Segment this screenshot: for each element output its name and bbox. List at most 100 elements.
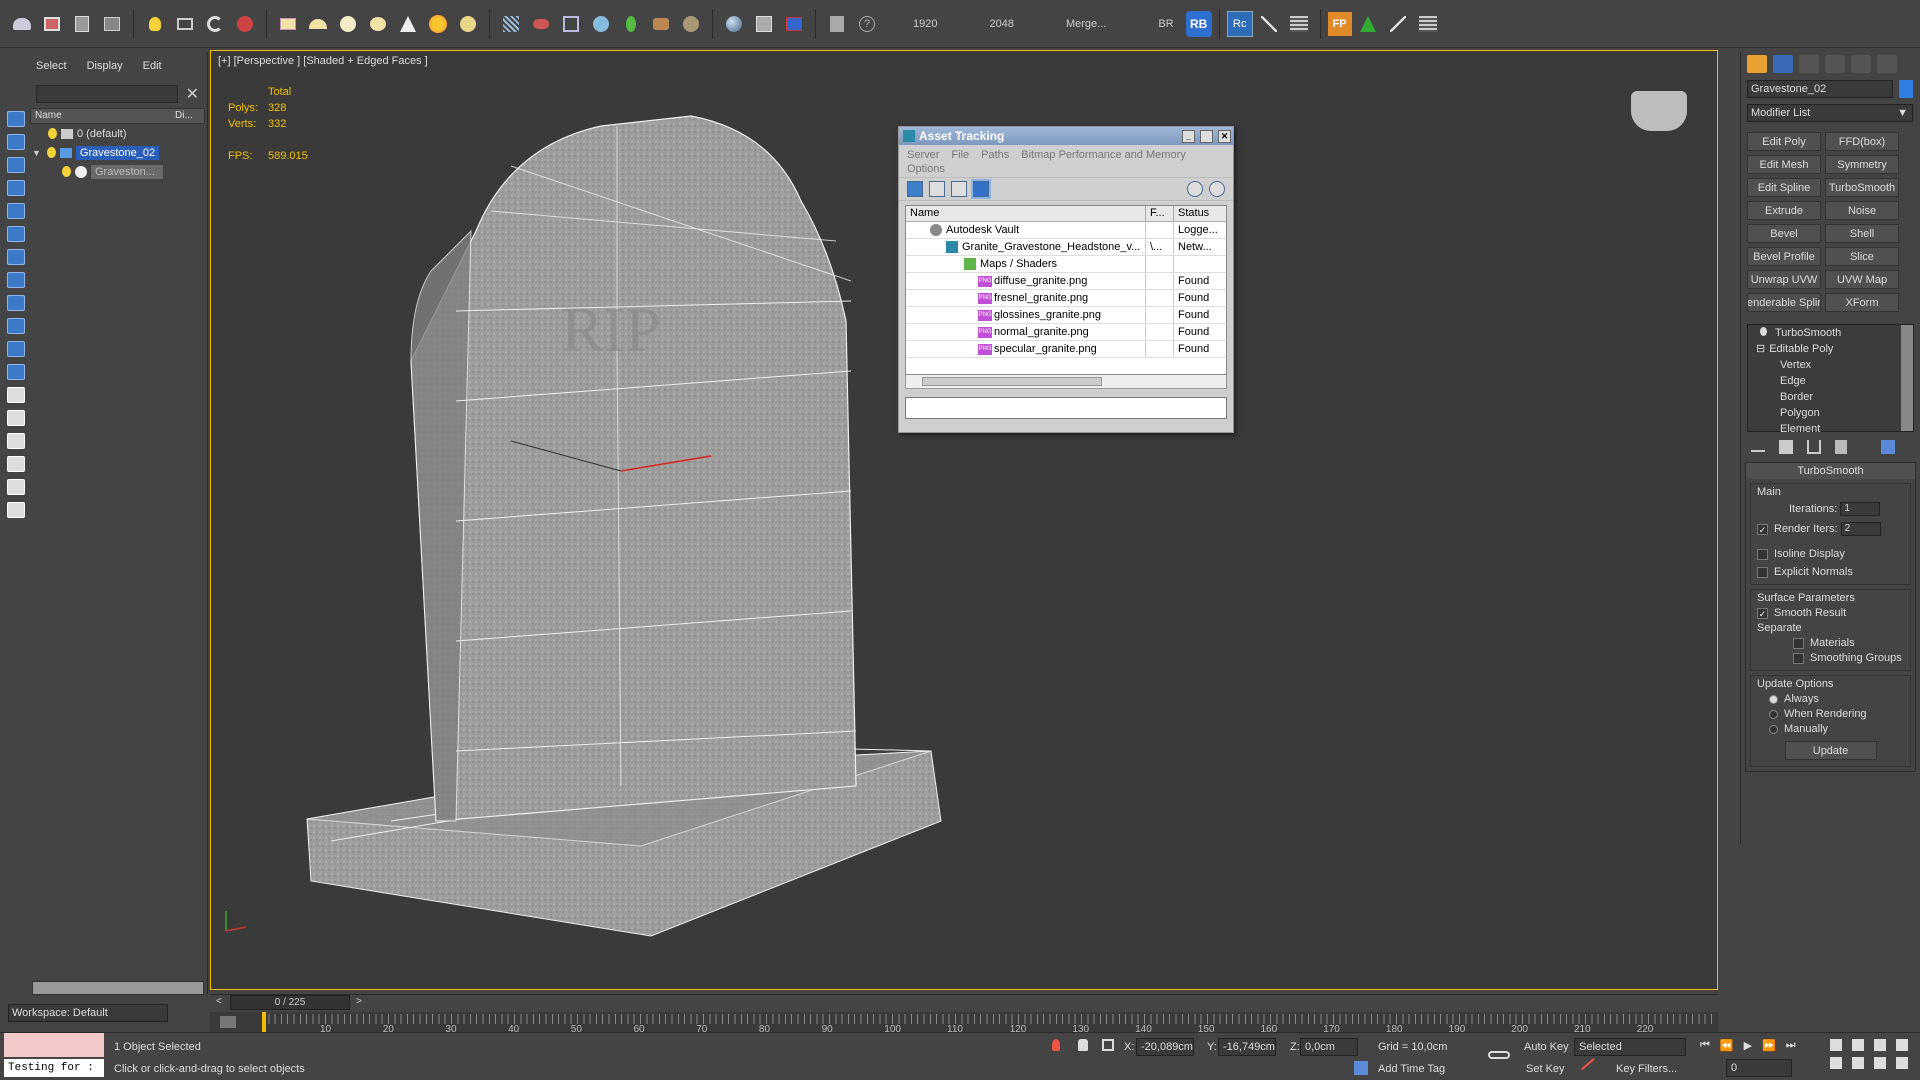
stack-element[interactable]: Element [1748, 421, 1913, 437]
isoline-checkbox[interactable] [1757, 548, 1768, 560]
menu-edit[interactable]: Edit [143, 60, 162, 72]
render-iters-checkbox[interactable]: ✓ [1757, 523, 1768, 535]
dialog-titlebar[interactable]: Asset Tracking _ ✕ [899, 127, 1233, 145]
mesh-icon[interactable] [557, 10, 585, 38]
play-icon[interactable]: ▶ [1744, 1039, 1752, 1052]
help-icon[interactable]: ? [853, 10, 881, 38]
modifier-button[interactable]: TurboSmooth [1825, 178, 1899, 197]
hemisphere-icon[interactable] [304, 10, 332, 38]
plant-icon[interactable] [617, 10, 645, 38]
iterations-spinner[interactable]: 1 [1840, 502, 1881, 516]
menu-select[interactable]: Select [36, 60, 67, 72]
filter-spacewarps-icon[interactable] [7, 249, 25, 265]
scene-search-input[interactable] [36, 85, 178, 103]
prev-frame-button[interactable]: < [216, 996, 222, 1007]
make-unique-icon[interactable] [1807, 440, 1821, 454]
pin-stack-icon[interactable] [1751, 440, 1765, 452]
tree-icon[interactable] [1354, 10, 1382, 38]
display-none-icon[interactable] [7, 433, 25, 449]
maximize-viewport-icon[interactable] [1896, 1057, 1908, 1069]
scene-hscrollbar[interactable] [32, 981, 204, 995]
render-frame-icon[interactable] [780, 10, 808, 38]
table-row[interactable]: PNG specular_granite.png Found [906, 341, 1226, 358]
modifier-button[interactable]: Extrude [1747, 201, 1821, 220]
close-button[interactable]: ✕ [1218, 129, 1231, 143]
table-row[interactable]: PNG normal_granite.png Found [906, 324, 1226, 341]
sun-icon[interactable] [424, 10, 452, 38]
filter-frozen-icon[interactable] [7, 364, 25, 380]
filter-xrefs-icon[interactable] [7, 295, 25, 311]
menu-file[interactable]: File [951, 149, 969, 161]
table-icon[interactable] [1285, 10, 1313, 38]
next-key-icon[interactable]: ⏩ [1762, 1039, 1776, 1052]
modifier-button[interactable]: XForm [1825, 293, 1899, 312]
modifier-list-dropdown[interactable]: Modifier List ▼ [1747, 104, 1913, 122]
field-of-view-icon[interactable] [1830, 1057, 1842, 1069]
maxscript-listener[interactable] [4, 1033, 104, 1057]
orbit-icon[interactable] [1874, 1057, 1886, 1069]
br-button[interactable]: BR [1148, 18, 1183, 30]
table-row[interactable]: Maps / Shaders [906, 256, 1226, 273]
update-button[interactable]: Update [1784, 741, 1877, 760]
when-rendering-radio[interactable] [1769, 709, 1778, 719]
spreadsheet-icon[interactable] [1414, 10, 1442, 38]
table-row[interactable]: PNG fresnel_granite.png Found [906, 290, 1226, 307]
find-icon[interactable] [7, 502, 25, 518]
wrench-icon[interactable] [1384, 10, 1412, 38]
display-all-icon[interactable] [7, 410, 25, 426]
filter-lights-icon[interactable] [7, 180, 25, 196]
modifier-button[interactable]: Unwrap UVW [1747, 270, 1821, 289]
create-tab-icon[interactable] [1747, 55, 1767, 73]
modifier-button[interactable]: Edit Poly [1747, 132, 1821, 151]
cone-icon[interactable] [394, 10, 422, 38]
table-row[interactable]: Autodesk Vault Logge... [906, 222, 1226, 239]
invert-icon[interactable] [7, 456, 25, 472]
table-row[interactable]: Granite_Gravestone_Headstone_v... \... N… [906, 239, 1226, 256]
modifier-button[interactable]: Shell [1825, 224, 1899, 243]
fp-button[interactable]: FP [1327, 11, 1352, 36]
add-time-tag[interactable]: Add Time Tag [1378, 1063, 1445, 1075]
key-icon[interactable] [1488, 1051, 1510, 1059]
x-coordinate[interactable]: -20,089cm [1136, 1038, 1194, 1056]
always-radio[interactable] [1769, 694, 1778, 704]
modifier-button[interactable]: enderable Splir [1747, 293, 1821, 312]
modifier-button[interactable]: Bevel Profile [1747, 247, 1821, 266]
undo-icon[interactable] [8, 10, 36, 38]
layer-row-default[interactable]: 0 (default) [28, 124, 207, 143]
time-slider[interactable]: < 0 / 225 > [210, 994, 1718, 1010]
stack-editable-poly[interactable]: ⊟ Editable Poly [1748, 341, 1913, 357]
stack-edge[interactable]: Edge [1748, 373, 1913, 389]
omni-light-icon[interactable] [454, 10, 482, 38]
column-full-path[interactable]: F... [1146, 206, 1174, 221]
collapse-icon[interactable]: ⊟ [1756, 343, 1765, 355]
table-row[interactable]: PNG glossines_granite.png Found [906, 307, 1226, 324]
workspace-dropdown[interactable]: Workspace: Default [8, 1004, 168, 1022]
geosphere-icon[interactable] [364, 10, 392, 38]
scatter-icon[interactable] [497, 10, 525, 38]
go-to-end-icon[interactable]: ⏭ [1786, 1039, 1796, 1052]
key-mode-icon[interactable] [1581, 1058, 1595, 1070]
hierarchy-tab-icon[interactable] [1799, 55, 1819, 73]
asset-hscrollbar[interactable] [905, 375, 1227, 389]
particles-icon[interactable] [231, 10, 259, 38]
current-frame-field[interactable]: 0 [1726, 1059, 1792, 1077]
modifier-button[interactable]: Edit Spline [1747, 178, 1821, 197]
rollout-title[interactable]: TurboSmooth [1746, 463, 1915, 479]
lock-icon[interactable] [1078, 1039, 1088, 1051]
object-row-gravestone[interactable]: Graveston... [28, 162, 207, 181]
detail-view-icon[interactable] [951, 181, 967, 197]
absolute-mode-icon[interactable] [1102, 1039, 1114, 1051]
pan-icon[interactable] [1852, 1057, 1864, 1069]
timeline-icon[interactable] [220, 1016, 236, 1028]
stack-vertex[interactable]: Vertex [1748, 357, 1913, 373]
layer-row-gravestone[interactable]: ▼ Gravestone_02 [28, 143, 207, 162]
column-status[interactable]: Status [1174, 206, 1226, 221]
set-key-button[interactable]: Set Key [1526, 1063, 1565, 1075]
smoothing-groups-checkbox[interactable] [1793, 652, 1804, 664]
timeline-ruler[interactable]: 10 20 30 40 50 60 70 80 90 100 110 120 130 140 150 160 1… [210, 1012, 1718, 1035]
object-name-field[interactable]: Gravestone_02 [1747, 80, 1893, 98]
tools-icon[interactable] [1255, 10, 1283, 38]
clear-search-icon[interactable]: ✕ [186, 84, 199, 104]
render-setup-icon[interactable] [750, 10, 778, 38]
filter-geometry-icon[interactable] [7, 134, 25, 150]
